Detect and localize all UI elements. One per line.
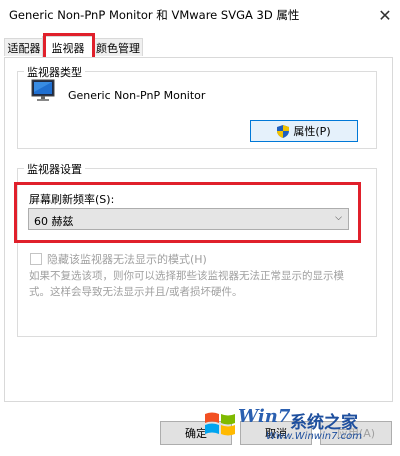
watermark-site-text: 系统之家 — [290, 413, 358, 433]
tab-strip: 适配器 监视器 颜色管理 — [4, 36, 396, 58]
title-bar: Generic Non-PnP Monitor 和 VMware SVGA 3D… — [0, 0, 400, 30]
watermark-logo-text: Win7 — [238, 406, 291, 427]
refresh-rate-value: 60 赫兹 — [34, 215, 74, 228]
close-icon[interactable]: ✕ — [370, 0, 400, 30]
shield-icon — [277, 124, 290, 138]
watermark-url: Www.Winwin7.com — [266, 431, 362, 442]
properties-button[interactable]: 属性(P) — [250, 120, 358, 142]
watermark: Win7 系统之家 Www.Winwin7.com — [198, 400, 398, 456]
tab-monitor[interactable]: 监视器 — [42, 36, 94, 58]
properties-button-label: 属性(P) — [293, 125, 331, 138]
tab-adapter[interactable]: 适配器 — [4, 38, 44, 56]
hide-modes-label: 隐藏该监视器无法显示的模式(H) — [47, 253, 207, 266]
hide-modes-checkbox[interactable] — [30, 253, 42, 265]
window-title: Generic Non-PnP Monitor 和 VMware SVGA 3D… — [9, 8, 300, 22]
refresh-rate-select[interactable]: 60 赫兹 ⌵ — [28, 208, 349, 230]
chevron-down-icon: ⌵ — [335, 213, 342, 223]
tab-color-management[interactable]: 颜色管理 — [93, 38, 143, 56]
monitor-icon — [31, 79, 55, 101]
monitor-settings-group-label: 监视器设置 — [24, 161, 85, 177]
monitor-name: Generic Non-PnP Monitor — [68, 89, 206, 102]
refresh-rate-label: 屏幕刷新频率(S): — [29, 193, 115, 206]
warning-note: 如果不复选该项，则你可以选择那些该监视器无法正常显示的显示模式。这样会导致无法显… — [29, 270, 344, 298]
windows-logo-icon — [205, 412, 235, 436]
hide-modes-row[interactable]: 隐藏该监视器无法显示的模式(H) — [30, 251, 207, 267]
